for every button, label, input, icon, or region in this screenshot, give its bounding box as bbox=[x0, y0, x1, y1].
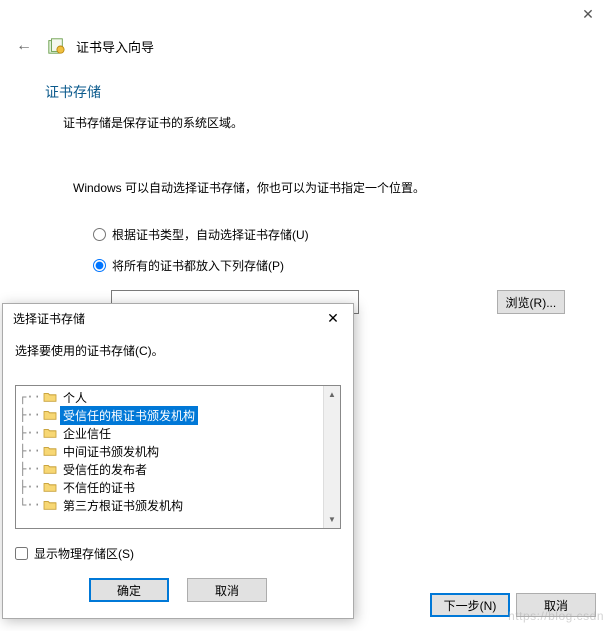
scroll-up-icon[interactable]: ▲ bbox=[325, 387, 340, 402]
next-button[interactable]: 下一步(N) bbox=[430, 593, 510, 617]
tree-item[interactable]: ├·· 企业信任 bbox=[16, 424, 323, 442]
tree-item-label: 中间证书颁发机构 bbox=[60, 442, 162, 461]
radio-manual-label: 将所有的证书都放入下列存储(P) bbox=[112, 257, 284, 274]
folder-icon bbox=[42, 426, 58, 440]
store-tree-container: ┌··个人├··受信任的根证书颁发机构├··企业信任├··中间证书颁发机构├··… bbox=[15, 385, 341, 529]
dialog-titlebar: 选择证书存储 ✕ bbox=[3, 304, 353, 332]
tree-item-label: 企业信任 bbox=[60, 424, 114, 443]
wizard-titlebar: ✕ bbox=[0, 0, 610, 28]
wizard-content: 证书存储 证书存储是保存证书的系统区域。 Windows 可以自动选择证书存储，… bbox=[0, 70, 610, 314]
section-heading: 证书存储 bbox=[45, 82, 565, 102]
store-radio-group: 根据证书类型，自动选择证书存储(U) 将所有的证书都放入下列存储(P) bbox=[45, 226, 565, 274]
folder-icon bbox=[42, 480, 58, 494]
dialog-instruction: 选择要使用的证书存储(C)。 bbox=[3, 332, 353, 371]
wizard-cancel-button[interactable]: 取消 bbox=[516, 593, 596, 617]
radio-manual-select[interactable]: 将所有的证书都放入下列存储(P) bbox=[93, 257, 565, 274]
dialog-cancel-button[interactable]: 取消 bbox=[187, 578, 267, 602]
tree-item-label: 受信任的根证书颁发机构 bbox=[60, 406, 198, 425]
tree-item-label: 个人 bbox=[60, 388, 90, 407]
ok-button[interactable]: 确定 bbox=[89, 578, 169, 602]
tree-connector: ├·· bbox=[20, 462, 40, 476]
close-icon[interactable]: ✕ bbox=[566, 0, 610, 28]
show-physical-label: 显示物理存储区(S) bbox=[34, 545, 134, 562]
tree-connector: ├·· bbox=[20, 480, 40, 494]
certificate-wizard-icon bbox=[46, 36, 66, 56]
browse-button[interactable]: 浏览(R)... bbox=[497, 290, 565, 314]
tree-connector: ├·· bbox=[20, 426, 40, 440]
folder-icon bbox=[42, 390, 58, 404]
dialog-close-icon[interactable]: ✕ bbox=[313, 304, 353, 332]
wizard-title: 证书导入向导 bbox=[76, 37, 154, 56]
radio-manual-input[interactable] bbox=[93, 259, 106, 272]
tree-item[interactable]: ├·· 不信任的证书 bbox=[16, 478, 323, 496]
folder-icon bbox=[42, 498, 58, 512]
wizard-footer: 下一步(N) 取消 bbox=[430, 593, 596, 617]
section-description: 证书存储是保存证书的系统区域。 bbox=[45, 114, 565, 131]
show-physical-checkbox-row[interactable]: 显示物理存储区(S) bbox=[3, 539, 353, 574]
show-physical-checkbox[interactable] bbox=[15, 547, 28, 560]
tree-item-label: 不信任的证书 bbox=[60, 478, 138, 497]
wizard-header: ← 证书导入向导 bbox=[0, 28, 610, 70]
back-arrow-icon[interactable]: ← bbox=[12, 37, 36, 55]
radio-auto-input[interactable] bbox=[93, 228, 106, 241]
tree-item[interactable]: ┌·· 个人 bbox=[16, 388, 323, 406]
tree-connector: ├·· bbox=[20, 444, 40, 458]
radio-auto-select[interactable]: 根据证书类型，自动选择证书存储(U) bbox=[93, 226, 565, 243]
tree-connector: └·· bbox=[20, 498, 40, 512]
dialog-title: 选择证书存储 bbox=[13, 310, 85, 327]
tree-item[interactable]: ├·· 受信任的根证书颁发机构 bbox=[16, 406, 323, 424]
tree-item[interactable]: ├·· 中间证书颁发机构 bbox=[16, 442, 323, 460]
select-store-dialog: 选择证书存储 ✕ 选择要使用的证书存储(C)。 ┌·· 个人 ├·· 受信任的根证书颁… bbox=[2, 303, 354, 619]
radio-auto-label: 根据证书类型，自动选择证书存储(U) bbox=[112, 226, 309, 243]
tree-scrollbar[interactable]: ▲ ▼ bbox=[323, 386, 340, 528]
tree-item-label: 受信任的发布者 bbox=[60, 460, 150, 479]
tree-connector: ├·· bbox=[20, 408, 40, 422]
tree-connector: ┌·· bbox=[20, 390, 40, 404]
tree-item[interactable]: └·· 第三方根证书颁发机构 bbox=[16, 496, 323, 514]
folder-icon bbox=[42, 462, 58, 476]
store-tree[interactable]: ┌··个人├··受信任的根证书颁发机构├··企业信任├··中间证书颁发机构├··… bbox=[16, 386, 323, 528]
folder-icon bbox=[42, 444, 58, 458]
tree-item[interactable]: ├·· 受信任的发布者 bbox=[16, 460, 323, 478]
folder-icon bbox=[42, 408, 58, 422]
tree-item-label: 第三方根证书颁发机构 bbox=[60, 496, 186, 515]
dialog-footer: 确定 取消 bbox=[3, 574, 353, 616]
wizard-instruction: Windows 可以自动选择证书存储，你也可以为证书指定一个位置。 bbox=[45, 179, 565, 196]
scroll-down-icon[interactable]: ▼ bbox=[325, 512, 340, 527]
